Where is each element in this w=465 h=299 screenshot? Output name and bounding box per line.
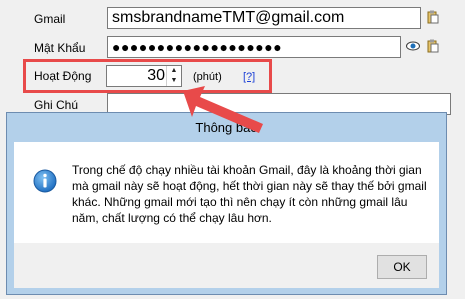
- password-label: Mật Khẩu: [34, 41, 86, 55]
- dialog-titlebar[interactable]: Thông báo: [7, 113, 446, 142]
- notification-dialog: Thông báo Trong chế độ chạy nhiều tài kh…: [6, 112, 447, 295]
- info-icon: [33, 169, 57, 193]
- password-value: ●●●●●●●●●●●●●●●●●●●: [112, 39, 283, 55]
- password-input[interactable]: ●●●●●●●●●●●●●●●●●●●: [107, 36, 401, 58]
- clipboard-icon[interactable]: [427, 10, 439, 24]
- scroll-strip: [451, 0, 465, 299]
- gmail-input[interactable]: smsbrandnameTMT@gmail.com: [107, 7, 421, 29]
- gmail-label: Gmail: [34, 12, 66, 26]
- note-label: Ghi Chú: [34, 98, 79, 112]
- highlight-box: [23, 59, 272, 93]
- dialog-body: Trong chế độ chạy nhiều tài khoản Gmail,…: [14, 142, 439, 288]
- eye-icon[interactable]: [406, 41, 420, 51]
- dialog-message: Trong chế độ chạy nhiều tài khoản Gmail,…: [72, 163, 427, 225]
- clipboard-icon[interactable]: [427, 39, 439, 53]
- ok-button[interactable]: OK: [377, 255, 427, 279]
- dialog-footer: OK: [14, 243, 439, 288]
- dialog-title: Thông báo: [195, 120, 258, 135]
- gmail-value: smsbrandnameTMT@gmail.com: [112, 9, 345, 26]
